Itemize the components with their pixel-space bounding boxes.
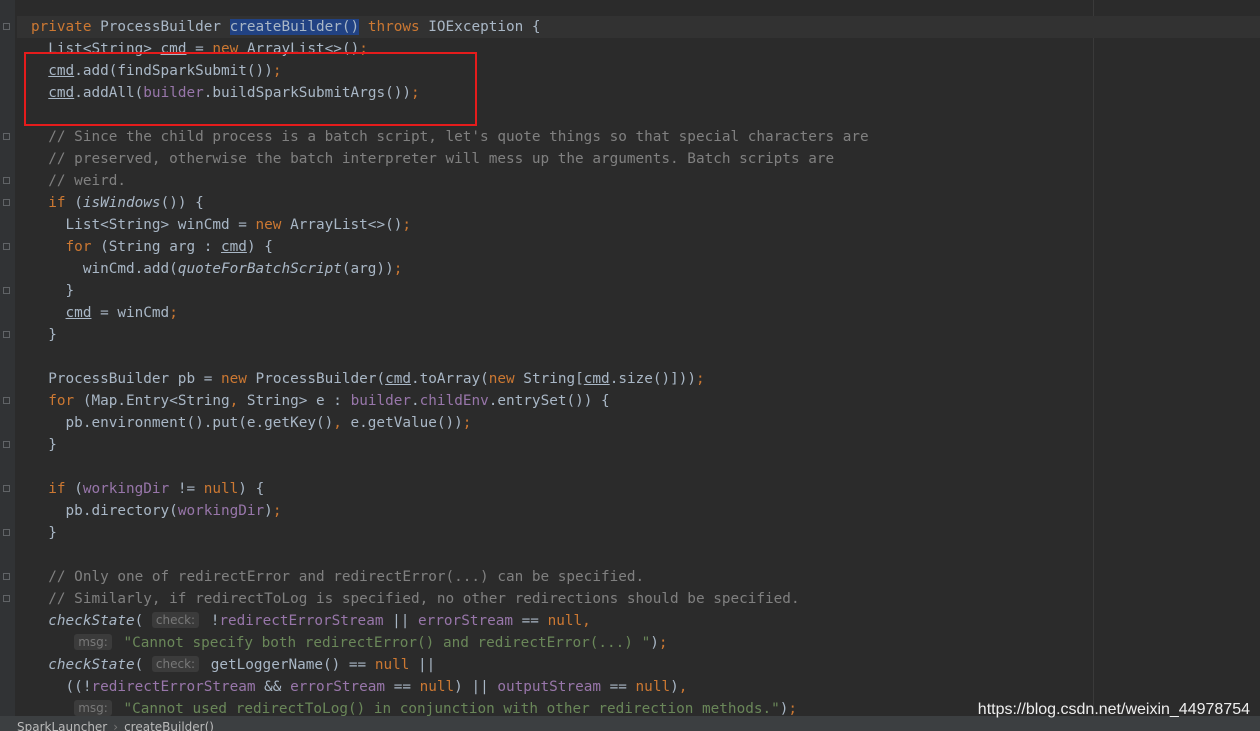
code-line[interactable]: if (workingDir != null) { <box>31 478 1260 500</box>
fold-icon[interactable] <box>3 573 10 580</box>
param-hint: check: <box>151 612 200 628</box>
code-line[interactable]: } <box>31 522 1260 544</box>
code-line[interactable]: ((!redirectErrorStream && errorStream ==… <box>31 676 1260 698</box>
breadcrumb-class[interactable]: SparkLauncher <box>17 720 107 731</box>
code-line[interactable]: pb.environment().put(e.getKey(), e.getVa… <box>31 412 1260 434</box>
watermark-text: https://blog.csdn.net/weixin_44978754 <box>977 701 1250 718</box>
code-line[interactable]: // Since the child process is a batch sc… <box>31 126 1260 148</box>
code-line[interactable] <box>31 544 1260 566</box>
code-line[interactable]: } <box>31 324 1260 346</box>
code-line[interactable]: ProcessBuilder pb = new ProcessBuilder(c… <box>31 368 1260 390</box>
fold-icon[interactable] <box>3 331 10 338</box>
fold-icon[interactable] <box>3 23 10 30</box>
code-line[interactable]: // preserved, otherwise the batch interp… <box>31 148 1260 170</box>
fold-icon[interactable] <box>3 529 10 536</box>
code-line[interactable]: } <box>31 280 1260 302</box>
code-line[interactable]: if (isWindows()) { <box>31 192 1260 214</box>
fold-icon[interactable] <box>3 441 10 448</box>
code-line[interactable]: for (String arg : cmd) { <box>31 236 1260 258</box>
code-line[interactable]: // Similarly, if redirectToLog is specif… <box>31 588 1260 610</box>
code-line[interactable]: List<String> winCmd = new ArrayList<>(); <box>31 214 1260 236</box>
code-line[interactable]: // Only one of redirectError and redirec… <box>31 566 1260 588</box>
code-line[interactable]: pb.directory(workingDir); <box>31 500 1260 522</box>
code-line[interactable] <box>31 456 1260 478</box>
param-hint: check: <box>151 656 200 672</box>
fold-icon[interactable] <box>3 485 10 492</box>
fold-icon[interactable] <box>3 243 10 250</box>
code-line[interactable]: } <box>31 434 1260 456</box>
fold-icon[interactable] <box>3 133 10 140</box>
code-line[interactable]: checkState( check: getLoggerName() == nu… <box>31 654 1260 676</box>
breadcrumb-method[interactable]: createBuilder() <box>124 720 214 731</box>
code-line[interactable] <box>31 346 1260 368</box>
code-line[interactable]: checkState( check: !redirectErrorStream … <box>31 610 1260 632</box>
annotation-highlight-box <box>24 52 477 126</box>
chevron-right-icon: › <box>113 720 119 731</box>
code-line[interactable]: winCmd.add(quoteForBatchScript(arg)); <box>31 258 1260 280</box>
code-line[interactable]: private ProcessBuilder createBuilder() t… <box>17 16 1260 38</box>
code-line[interactable]: msg: "Cannot specify both redirectError(… <box>31 632 1260 654</box>
code-line[interactable]: for (Map.Entry<String, String> e : build… <box>31 390 1260 412</box>
param-hint: msg: <box>74 700 112 716</box>
editor-gutter <box>0 0 15 716</box>
code-line[interactable]: cmd = winCmd; <box>31 302 1260 324</box>
param-hint: msg: <box>74 634 112 650</box>
fold-icon[interactable] <box>3 595 10 602</box>
fold-icon[interactable] <box>3 177 10 184</box>
fold-icon[interactable] <box>3 287 10 294</box>
fold-icon[interactable] <box>3 199 10 206</box>
fold-icon[interactable] <box>3 397 10 404</box>
code-line[interactable]: // weird. <box>31 170 1260 192</box>
